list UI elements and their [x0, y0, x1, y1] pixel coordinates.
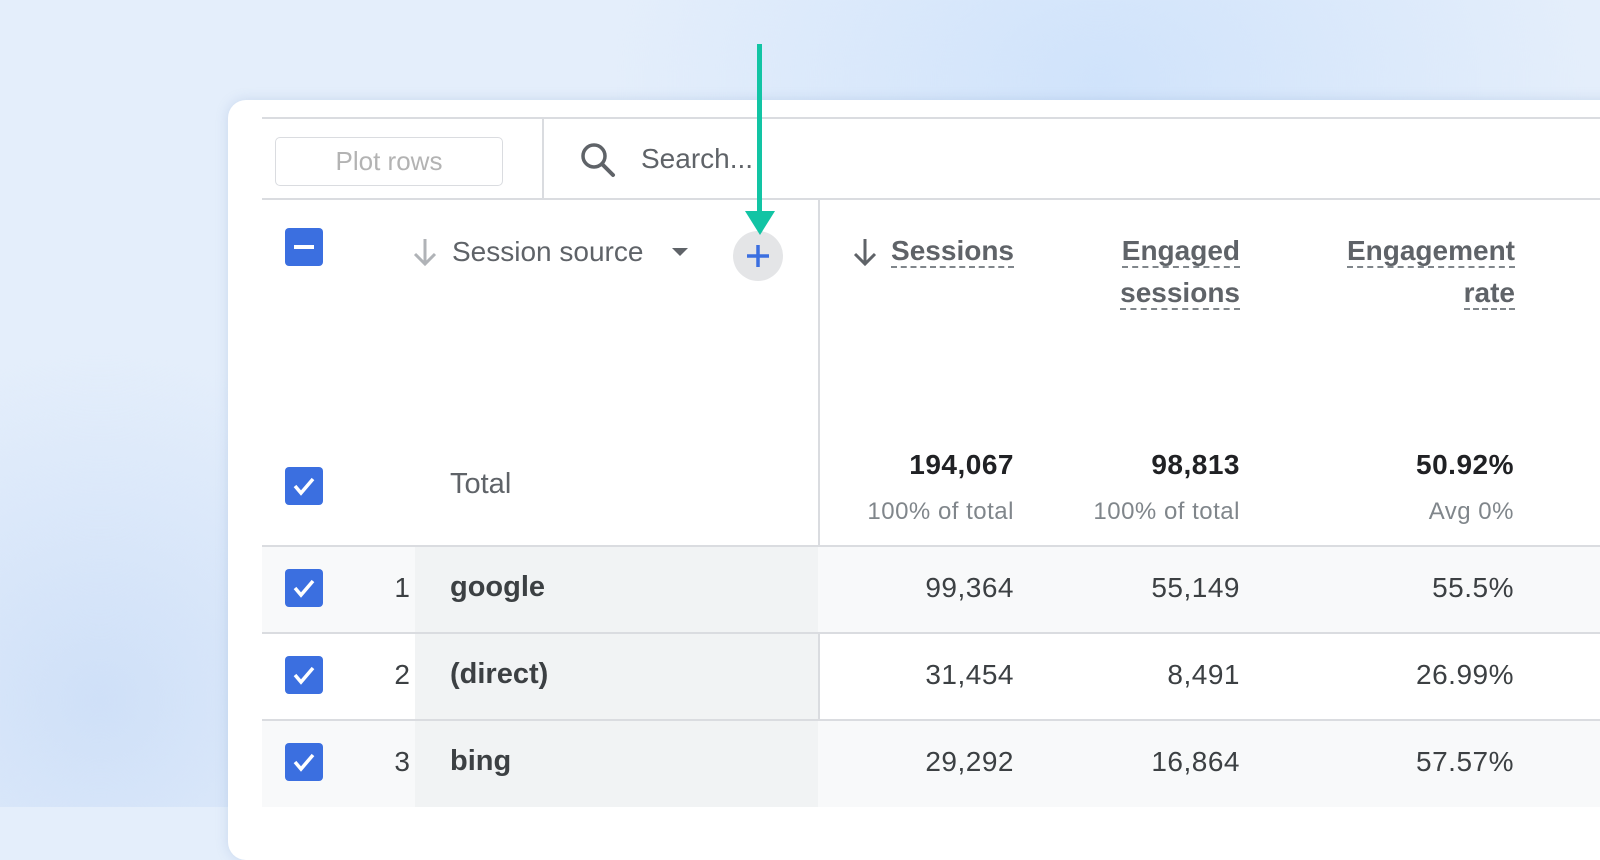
row-engagement-rate: 26.99% [1416, 659, 1514, 690]
annotation-arrow-head-icon [745, 211, 775, 235]
row-sessions: 99,364 [925, 572, 1014, 603]
plot-rows-button[interactable]: Plot rows [275, 137, 503, 186]
header-engaged-sessions[interactable]: Engaged sessions [1060, 230, 1240, 314]
row-engaged-sessions: 55,149 [1151, 572, 1240, 603]
minus-icon [294, 245, 314, 249]
row-index: 1 [394, 572, 410, 603]
row-source-name[interactable]: bing [450, 745, 511, 778]
header-engagement-rate[interactable]: Engagement rate [1290, 230, 1515, 314]
add-dimension-button[interactable] [733, 231, 783, 281]
row-engaged-sessions: 16,864 [1151, 746, 1240, 777]
select-all-checkbox[interactable] [285, 228, 323, 266]
total-label: Total [450, 468, 512, 500]
dimension-header-label: Session source [452, 236, 644, 267]
row-checkbox[interactable] [285, 656, 323, 694]
row-engagement-rate: 55.5% [1432, 572, 1514, 603]
sort-arrow-icon [413, 239, 437, 267]
row-sessions: 31,454 [925, 659, 1014, 690]
annotation-arrow-line [757, 44, 762, 214]
row-engaged-sessions: 8,491 [1167, 659, 1240, 690]
table-row[interactable]: 1 google 99,364 55,149 55.5% [262, 545, 1600, 632]
total-checkbox[interactable] [285, 467, 323, 505]
check-icon [293, 579, 315, 598]
total-engaged-sessions: 98,813 [1151, 449, 1240, 480]
row-index: 2 [394, 659, 410, 690]
row-source-name[interactable]: (direct) [450, 658, 548, 691]
total-sessions-sub: 100% of total [867, 498, 1014, 525]
toolbar-divider [542, 119, 544, 200]
total-engagement-rate: 50.92% [1416, 449, 1514, 480]
check-icon [293, 666, 315, 685]
header-sessions[interactable]: Sessions [852, 230, 1014, 272]
header-engagement-rate-line1: Engagement [1346, 235, 1515, 268]
dimension-header[interactable]: Session source [412, 236, 689, 268]
header-engagement-rate-line2: rate [1463, 277, 1515, 310]
plus-icon [747, 245, 769, 267]
sort-desc-icon [853, 239, 877, 267]
search-input[interactable]: Search... [641, 143, 753, 175]
total-sessions: 194,067 [909, 449, 1014, 480]
table-row[interactable]: 3 bing 29,292 16,864 57.57% [262, 719, 1600, 807]
row-engagement-rate: 57.57% [1416, 746, 1514, 777]
row-source-name[interactable]: google [450, 571, 545, 604]
dropdown-caret-icon[interactable] [671, 246, 689, 258]
row-checkbox[interactable] [285, 569, 323, 607]
check-icon [293, 477, 315, 496]
row-checkbox[interactable] [285, 743, 323, 781]
table-row[interactable]: 2 (direct) 31,454 8,491 26.99% [262, 632, 1600, 719]
row-index: 3 [394, 746, 410, 777]
total-engaged-sessions-sub: 100% of total [1093, 498, 1240, 525]
row-sessions: 29,292 [925, 746, 1014, 777]
header-sessions-label: Sessions [891, 235, 1014, 268]
search-icon[interactable] [578, 140, 618, 185]
header-engaged-sessions-line1: Engaged [1121, 235, 1240, 268]
header-engaged-sessions-line2: sessions [1120, 277, 1240, 310]
total-engagement-rate-sub: Avg 0% [1428, 498, 1514, 525]
check-icon [293, 753, 315, 772]
